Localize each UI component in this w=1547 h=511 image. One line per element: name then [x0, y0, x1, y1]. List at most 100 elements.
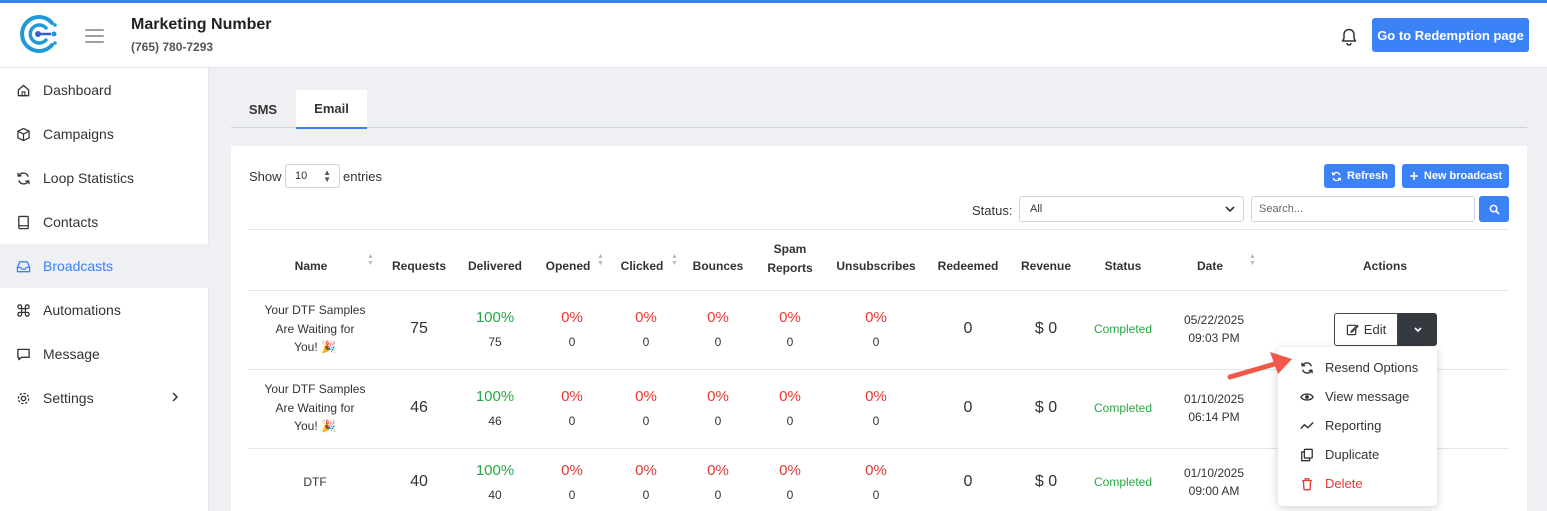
requests-value: 40 [410, 473, 428, 490]
opened-count: 0 [568, 414, 576, 428]
requests-value: 46 [410, 399, 428, 416]
column-header-requests: Requests [391, 259, 447, 273]
unsubscribes-percent: 0% [865, 388, 887, 405]
menu-item-view-message[interactable]: View message [1278, 382, 1437, 411]
actions-dropdown-toggle[interactable] [1398, 313, 1437, 346]
tab-email[interactable]: Email [296, 90, 367, 129]
column-header-delivered: Delivered [467, 259, 523, 273]
menu-toggle-icon[interactable] [85, 29, 104, 43]
resend-icon [1300, 361, 1314, 375]
search-button[interactable] [1479, 196, 1509, 222]
chevron-down-icon [1225, 206, 1235, 213]
opened-count: 0 [568, 335, 576, 349]
bounces-percent: 0% [707, 462, 729, 479]
home-icon [16, 83, 31, 98]
tab-sms[interactable]: SMS [231, 90, 295, 128]
entries-per-page-select[interactable]: 10 ▲ ▼ [285, 164, 340, 188]
sidebar-item-message[interactable]: Message [0, 332, 209, 376]
unsubscribes-count: 0 [872, 335, 880, 349]
name-line: Are Waiting for [275, 321, 355, 336]
spam-percent: 0% [779, 309, 801, 326]
refresh-button[interactable]: Refresh [1324, 164, 1395, 188]
sidebar-item-dashboard[interactable]: Dashboard [0, 68, 209, 112]
refresh-icon [16, 171, 31, 186]
date-value: 01/10/2025 [1183, 392, 1245, 406]
menu-item-label: Resend Options [1325, 360, 1419, 375]
name-line: Your DTF Samples [264, 303, 366, 317]
sidebar-item-label: Automations [43, 302, 121, 318]
sort-icon[interactable]: ▲ ▼ [671, 253, 678, 267]
edit-button[interactable]: Edit [1334, 313, 1398, 346]
revenue-value: $ 0 [1034, 320, 1058, 337]
bell-icon[interactable] [1339, 27, 1359, 47]
delivered-count: 46 [488, 414, 502, 428]
status-filter-value: All [1030, 203, 1043, 215]
chat-icon [16, 347, 31, 362]
status-filter-select[interactable]: All [1019, 196, 1244, 222]
sidebar-item-contacts[interactable]: Contacts [0, 200, 209, 244]
sidebar-item-broadcasts[interactable]: Broadcasts [0, 244, 209, 288]
column-header-opened[interactable]: Opened [546, 259, 591, 273]
column-header-date[interactable]: Date [1197, 259, 1223, 273]
clicked-count: 0 [642, 488, 650, 502]
edit-icon [1346, 324, 1359, 336]
app-header: Marketing Number (765) 780-7293 Go to Re… [0, 3, 1547, 68]
column-header-name[interactable]: Name [295, 259, 328, 273]
sort-icon[interactable]: ▲ ▼ [597, 253, 604, 267]
table-top-border [249, 229, 1509, 230]
status-filter-label: Status: [972, 203, 1013, 218]
unsubscribes-percent: 0% [865, 309, 887, 326]
sidebar-item-label: Loop Statistics [43, 170, 135, 186]
menu-item-resend-options[interactable]: Resend Options [1278, 353, 1437, 382]
search-input[interactable] [1251, 196, 1475, 222]
sidebar-item-label: Contacts [43, 214, 99, 230]
column-header-revenue: Revenue [1020, 259, 1072, 273]
broadcast-date: 01/10/2025 06:14 PM [1184, 390, 1244, 426]
app-logo-icon[interactable] [18, 13, 60, 55]
sidebar-item-campaigns[interactable]: Campaigns [0, 112, 209, 156]
sidebar-item-loop-statistics[interactable]: Loop Statistics [0, 156, 209, 200]
name-line: You! 🎉 [294, 419, 336, 433]
name-line: You! 🎉 [294, 340, 336, 354]
go-to-redemption-button[interactable]: Go to Redemption page [1372, 18, 1529, 52]
unsubscribes-count: 0 [872, 414, 880, 428]
sidebar-item-label: Message [43, 346, 100, 362]
new-broadcast-button[interactable]: New broadcast [1402, 164, 1509, 188]
menu-item-delete[interactable]: Delete [1278, 469, 1437, 498]
sidebar-item-automations[interactable]: Automations [0, 288, 209, 332]
spam-count: 0 [786, 414, 794, 428]
date-value: 01/10/2025 [1183, 466, 1245, 480]
sort-icon[interactable]: ▲ ▼ [1249, 253, 1256, 267]
menu-item-label: Duplicate [1325, 447, 1380, 462]
account-info: Marketing Number (765) 780-7293 [131, 16, 271, 54]
sidebar-item-label: Settings [43, 390, 94, 406]
column-header-bounces: Bounces [692, 259, 744, 273]
column-header-clicked[interactable]: Clicked [621, 259, 664, 273]
opened-percent: 0% [561, 462, 583, 479]
spam-count: 0 [786, 488, 794, 502]
column-header-spam-reports: Spam Reports [767, 240, 812, 278]
refresh-label: Refresh [1347, 170, 1388, 182]
spam-count: 0 [786, 335, 794, 349]
delivered-count: 40 [488, 488, 502, 502]
actions-dropdown-menu: Resend Options View message Reporting Du… [1278, 347, 1437, 506]
bounces-percent: 0% [707, 388, 729, 405]
name-line: Are Waiting for [275, 400, 355, 415]
column-header-actions: Actions [1362, 259, 1408, 273]
clicked-percent: 0% [635, 462, 657, 479]
name-line: Your DTF Samples [264, 382, 366, 396]
clicked-percent: 0% [635, 388, 657, 405]
menu-item-duplicate[interactable]: Duplicate [1278, 440, 1437, 469]
revenue-value: $ 0 [1034, 473, 1058, 490]
status-badge: Completed [1093, 401, 1153, 415]
sidebar-item-settings[interactable]: Settings [0, 376, 209, 420]
sidebar: Dashboard Campaigns Loop Statistics Cont… [0, 68, 209, 511]
clicked-percent: 0% [635, 309, 657, 326]
menu-item-reporting[interactable]: Reporting [1278, 411, 1437, 440]
sort-icon[interactable]: ▲ ▼ [367, 253, 374, 267]
cube-icon [16, 127, 31, 142]
new-broadcast-label: New broadcast [1423, 170, 1503, 182]
time-value: 09:03 PM [1188, 331, 1240, 345]
table-row-name: Your DTF Samples Are Waiting for You! 🎉 [265, 380, 366, 436]
broadcast-date: 01/10/2025 09:00 AM [1184, 464, 1244, 500]
